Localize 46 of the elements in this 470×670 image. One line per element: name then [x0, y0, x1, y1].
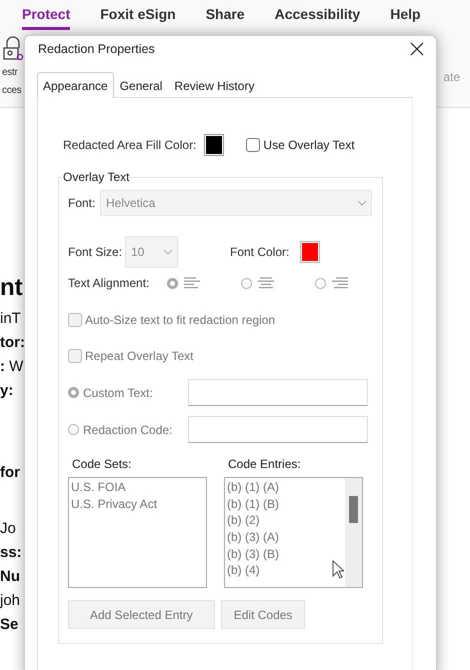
document-text: tor: [0, 334, 25, 352]
list-label: Code Sets: [71, 457, 132, 471]
font-color-label: Font Color: [230, 245, 290, 259]
input-field[interactable] [188, 379, 368, 406]
align-left-icon [184, 277, 200, 289]
fill-color-label: Redacted Area Fill Color: [63, 138, 196, 152]
ribbon-button-label: cces [2, 84, 22, 98]
input-field[interactable] [188, 416, 368, 443]
document-text: : W [0, 358, 24, 376]
scrollbar[interactable] [345, 478, 362, 587]
group-title: Overlay Text [62, 170, 130, 184]
use-overlay-checkbox[interactable]: Use Overlay Text [246, 138, 355, 152]
caret-icon [358, 200, 366, 206]
list-label: Code Entries: [227, 457, 302, 471]
document-text: inT [0, 310, 21, 328]
alignment-radio[interactable] [167, 277, 200, 289]
ribbon-button-label: estr [2, 66, 18, 80]
ribbon-button-label: ate [443, 70, 460, 86]
caret-icon [164, 250, 172, 254]
align-right-icon [332, 277, 348, 289]
lock-icon[interactable] [2, 36, 24, 62]
document-text: Jo [0, 520, 16, 538]
dialog-tab[interactable]: Appearance [37, 72, 114, 98]
ribbon-tab[interactable]: Protect [22, 4, 70, 30]
ribbon-tab[interactable]: Help [390, 4, 421, 30]
font-label: Font: [68, 196, 96, 210]
align-center-icon [258, 277, 274, 289]
document-text: Se [0, 616, 18, 634]
dialog-title: Redaction Properties [38, 42, 155, 56]
text-alignment-label: Text Alignment: [68, 276, 150, 290]
document-text: y: [0, 382, 14, 400]
document-text: for [0, 464, 20, 482]
dialog-tab[interactable]: Review History [168, 74, 260, 97]
ribbon-tab[interactable]: Accessibility [274, 4, 360, 30]
document-text: joh [0, 592, 20, 610]
color-swatch[interactable] [204, 134, 224, 156]
font-size-label: Font Size: [68, 245, 124, 259]
alignment-radio[interactable] [241, 277, 274, 289]
dialog-tab[interactable]: General [114, 74, 168, 97]
document-text: nt [0, 274, 23, 302]
document-text: Nu [0, 568, 20, 586]
cursor-icon [332, 560, 344, 579]
document-text: ss: [0, 544, 22, 562]
ribbon-tab[interactable]: Share [206, 4, 245, 30]
ribbon-tab[interactable]: Foxit eSign [100, 4, 176, 30]
alignment-radio[interactable] [315, 277, 348, 289]
